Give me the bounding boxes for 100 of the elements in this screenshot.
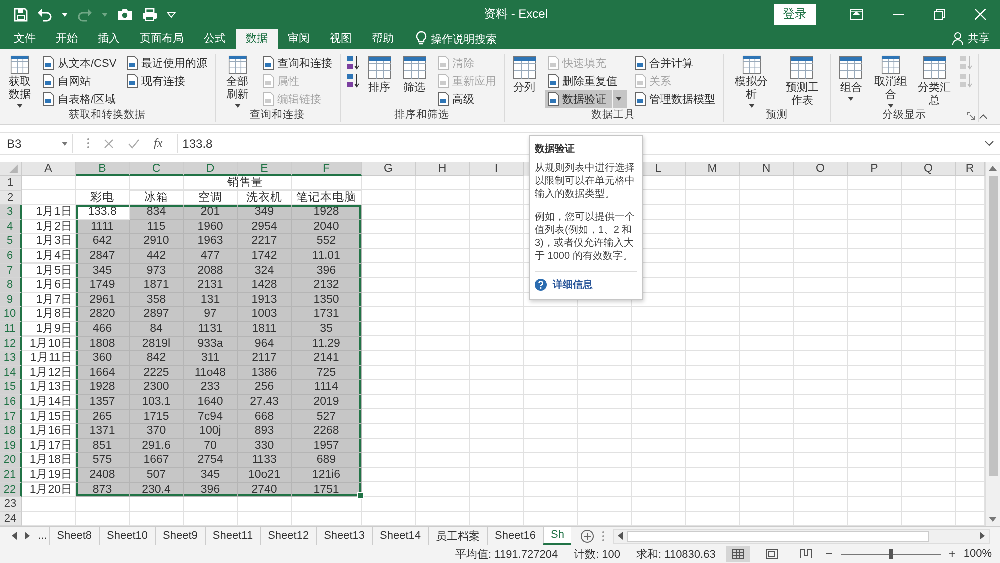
ribbon-button[interactable]: 取消组合 — [871, 54, 910, 108]
row-header[interactable]: 8 — [0, 278, 22, 293]
next-sheet-icon[interactable] — [25, 532, 30, 540]
restore-icon[interactable] — [934, 9, 945, 20]
row-header[interactable]: 16 — [0, 394, 22, 410]
zoom-in-button[interactable]: + — [948, 547, 956, 562]
splitter-icon[interactable] — [602, 530, 606, 542]
ribbon-tab[interactable]: 文件 — [4, 29, 46, 50]
ribbon-tab[interactable]: 审阅 — [278, 29, 320, 50]
add-sheet-icon[interactable] — [581, 530, 594, 543]
ribbon-button[interactable]: 自表格/区域 — [40, 90, 119, 108]
ribbon-button[interactable]: 数据验证 — [544, 90, 627, 108]
collapse-ribbon-icon[interactable] — [978, 114, 988, 120]
ribbon-tab[interactable]: 公式 — [194, 29, 236, 50]
close-icon[interactable] — [975, 9, 986, 20]
ribbon-button[interactable]: 模拟分析 — [728, 54, 775, 108]
view-button[interactable] — [726, 546, 750, 562]
row-header[interactable]: 15 — [0, 380, 22, 395]
ribbon-button[interactable]: 自网站 — [40, 72, 119, 90]
scroll-right-icon[interactable] — [980, 532, 985, 540]
ribbon-icon-button[interactable] — [346, 72, 360, 90]
column-header[interactable]: M — [686, 162, 740, 176]
ribbon-tab[interactable]: 页面布局 — [130, 29, 194, 50]
ribbon-tab[interactable]: 视图 — [320, 29, 362, 50]
row-header[interactable]: 3 — [0, 205, 22, 220]
column-header[interactable]: G — [362, 162, 416, 176]
ribbon-button[interactable]: 高级 — [434, 90, 499, 108]
row-header[interactable]: 14 — [0, 366, 22, 380]
sign-in-button[interactable]: 登录 — [774, 4, 816, 26]
save-icon[interactable] — [14, 8, 28, 22]
horizontal-scrollbar[interactable] — [613, 528, 990, 544]
more-sheets-button[interactable]: ... — [38, 530, 48, 542]
column-header[interactable]: P — [848, 162, 902, 176]
scroll-left-icon[interactable] — [618, 532, 624, 540]
row-header[interactable]: 23 — [0, 497, 22, 512]
expand-icon[interactable] — [985, 140, 994, 147]
row-header[interactable]: 11 — [0, 322, 22, 337]
row-header[interactable]: 24 — [0, 512, 22, 526]
minimize-icon[interactable] — [893, 14, 904, 16]
ribbon-button[interactable]: 删除重复值 — [544, 72, 627, 90]
scroll-thumb[interactable] — [988, 176, 998, 476]
row-header[interactable]: 10 — [0, 307, 22, 322]
column-header[interactable]: F — [292, 162, 362, 176]
row-header[interactable]: 9 — [0, 292, 22, 308]
ribbon-tab[interactable]: 开始 — [46, 29, 88, 50]
row-header[interactable]: 17 — [0, 410, 22, 424]
ribbon-tab[interactable]: 帮助 — [362, 29, 404, 50]
row-header[interactable]: 21 — [0, 468, 22, 483]
ribbon-button[interactable]: 分列 — [510, 54, 540, 108]
ribbon-button[interactable]: 获取数据 — [5, 54, 35, 108]
dialog-launcher-icon[interactable] — [966, 112, 975, 120]
ribbon-tab[interactable]: 插入 — [88, 29, 130, 50]
ribbon-button[interactable]: 预测工作表 — [780, 54, 826, 108]
column-header[interactable]: B — [76, 162, 130, 176]
column-header[interactable]: Q — [902, 162, 956, 176]
row-header[interactable]: 4 — [0, 220, 22, 234]
printer-icon[interactable] — [142, 8, 158, 22]
row-header[interactable]: 19 — [0, 438, 22, 454]
row-header[interactable]: 6 — [0, 249, 22, 264]
column-header[interactable]: A — [22, 162, 76, 176]
column-header[interactable]: E — [238, 162, 292, 176]
row-header[interactable]: 2 — [0, 190, 22, 206]
scroll-up-icon[interactable] — [989, 166, 997, 172]
row-header[interactable]: 18 — [0, 424, 22, 439]
ribbon-button[interactable]: 排序 — [364, 54, 395, 108]
camera-icon[interactable] — [117, 8, 133, 22]
column-header[interactable]: D — [184, 162, 238, 176]
column-header[interactable]: C — [130, 162, 184, 176]
ribbon-button[interactable]: 筛选 — [400, 54, 430, 108]
scroll-down-icon[interactable] — [989, 517, 997, 522]
check-icon[interactable] — [128, 138, 140, 149]
ribbon-button[interactable]: 最近使用的源 — [124, 54, 210, 72]
ribbon-tab[interactable]: 数据 — [236, 29, 278, 50]
row-header[interactable]: 5 — [0, 234, 22, 250]
ribbon-button[interactable]: 组合 — [836, 54, 866, 108]
zoom-slider[interactable] — [840, 548, 941, 560]
ribbon-button[interactable]: 合并计算 — [632, 54, 718, 72]
ribbon-button[interactable]: 分类汇总 — [915, 54, 954, 108]
ribbon-display-icon[interactable] — [850, 9, 863, 20]
ribbon-button[interactable]: 管理数据模型 — [632, 90, 718, 108]
vertical-scrollbar[interactable] — [985, 162, 1000, 526]
row-header[interactable]: 1 — [0, 176, 22, 191]
more-info-link[interactable]: 详细信息 — [553, 278, 593, 292]
undo-icon[interactable] — [37, 8, 53, 22]
column-header[interactable]: O — [794, 162, 848, 176]
caret-icon[interactable] — [62, 12, 68, 17]
ribbon-button[interactable]: 查询和连接 — [260, 54, 335, 72]
insert-function-button[interactable]: fx — [154, 136, 163, 152]
column-header[interactable]: I — [470, 162, 524, 176]
row-header[interactable]: 7 — [0, 264, 22, 278]
column-header[interactable]: N — [740, 162, 794, 176]
search-field[interactable]: 操作说明搜索 — [431, 31, 521, 50]
column-header[interactable]: R — [956, 162, 985, 176]
ribbon-button[interactable]: 全部刷新 — [220, 54, 255, 108]
name-box[interactable]: B3 — [3, 134, 73, 154]
ribbon-button[interactable]: 从文本/CSV — [40, 54, 119, 72]
scroll-thumb[interactable] — [627, 530, 930, 542]
ribbon-button[interactable]: 现有连接 — [124, 72, 210, 90]
ribbon-icon-button[interactable] — [346, 54, 360, 72]
row-header[interactable]: 13 — [0, 351, 22, 366]
